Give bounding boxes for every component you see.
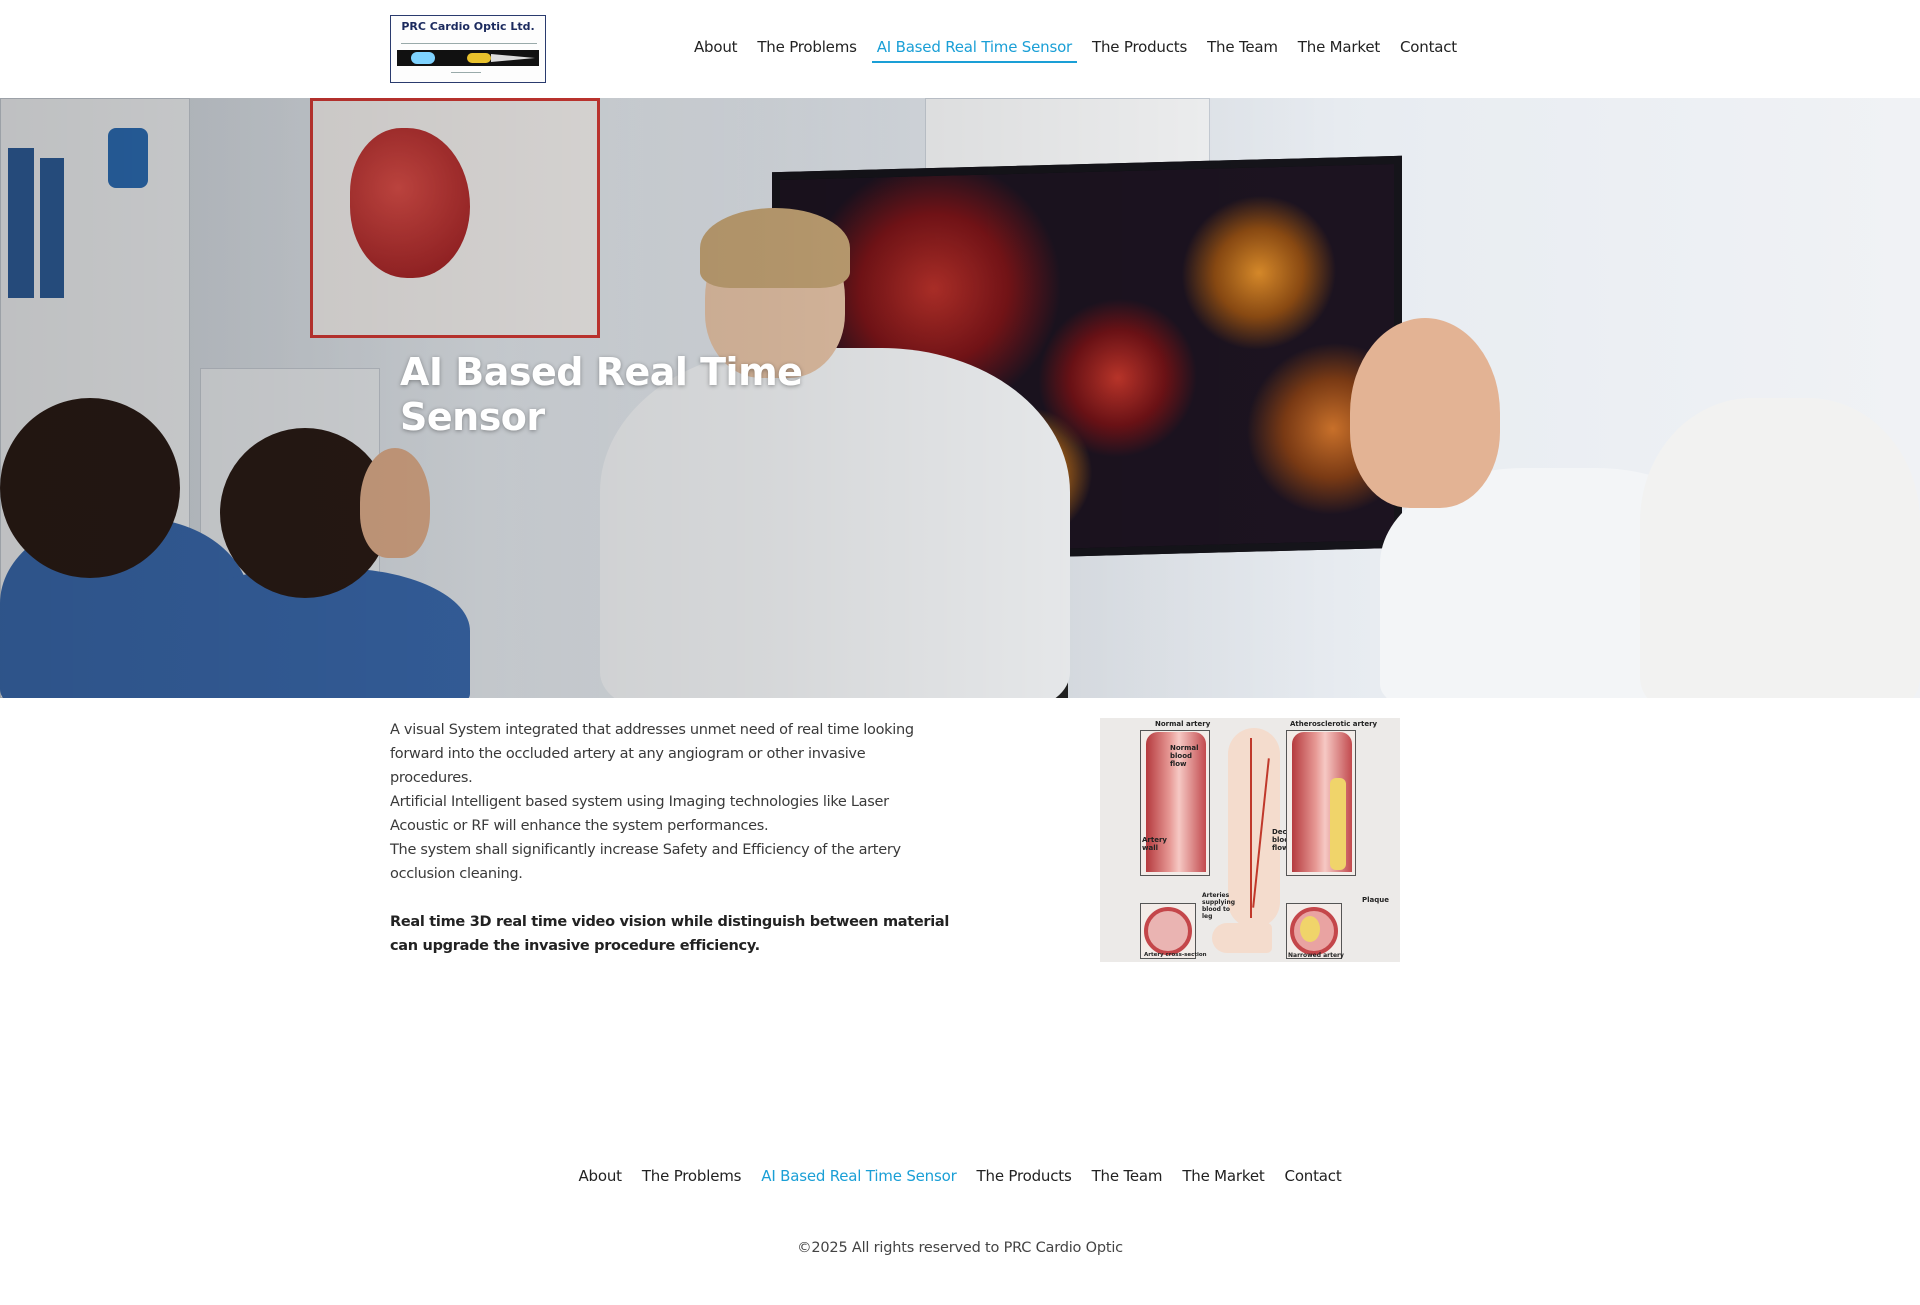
- nav-the-products[interactable]: The Products: [1087, 36, 1192, 63]
- figure-label: Narrowed artery: [1288, 952, 1344, 959]
- nav-the-problems[interactable]: The Problems: [752, 36, 861, 63]
- plaque-cross-section: [1300, 916, 1320, 942]
- footer-nav-the-products[interactable]: The Products: [977, 1167, 1072, 1185]
- figure-label: Normal artery: [1155, 720, 1211, 728]
- footer-nav-the-problems[interactable]: The Problems: [642, 1167, 742, 1185]
- site-header: PRC Cardio Optic Ltd. About The Problems…: [0, 0, 1920, 98]
- content-paragraph: The system shall significantly increase …: [390, 842, 901, 882]
- footer-nav: About The Problems AI Based Real Time Se…: [0, 1167, 1920, 1185]
- logo-guide-line: [451, 72, 481, 73]
- nav-about[interactable]: About: [689, 36, 742, 63]
- content-text: A visual System integrated that addresse…: [390, 718, 950, 958]
- nav-the-team[interactable]: The Team: [1202, 36, 1283, 63]
- figure-label: Atherosclerotic artery: [1290, 720, 1378, 728]
- figure-label: Artery cross-section: [1144, 952, 1207, 958]
- normal-cross-section: [1144, 907, 1192, 955]
- logo-title: PRC Cardio Optic Ltd.: [401, 20, 535, 33]
- copyright-text: ©2025 All rights reserved to PRC Cardio …: [797, 1240, 1123, 1256]
- hero-title: AI Based Real Time Sensor: [400, 350, 803, 439]
- logo-sensor-glow: [411, 52, 435, 64]
- figure-label: Normal blood flow: [1170, 744, 1199, 768]
- content-paragraph: Artificial Intelligent based system usin…: [390, 794, 889, 834]
- nav-ai-based-real-time-sensor[interactable]: AI Based Real Time Sensor: [871, 36, 1078, 63]
- main-nav: About The Problems AI Based Real Time Se…: [679, 36, 1462, 63]
- logo-catheter-wedge: [491, 54, 535, 62]
- logo-catheter-image: [397, 50, 539, 66]
- foot-illustration: [1212, 923, 1272, 953]
- artery-illustration: Normal artery Normal blood flow Artery w…: [1100, 718, 1400, 962]
- leg-artery: [1250, 738, 1252, 918]
- figure-label: Arteries supplying blood to leg: [1202, 892, 1236, 920]
- nav-the-market[interactable]: The Market: [1293, 36, 1385, 63]
- footer-nav-about[interactable]: About: [578, 1167, 622, 1185]
- plaque-buildup: [1330, 778, 1346, 870]
- figure-label: Artery wall: [1142, 836, 1167, 852]
- nav-contact[interactable]: Contact: [1395, 36, 1462, 63]
- footer-nav-the-market[interactable]: The Market: [1182, 1167, 1264, 1185]
- footer-nav-contact[interactable]: Contact: [1285, 1167, 1342, 1185]
- footer-nav-ai-based-real-time-sensor[interactable]: AI Based Real Time Sensor: [761, 1167, 956, 1185]
- content-paragraph: A visual System integrated that addresse…: [390, 722, 914, 786]
- hero-banner: AI Based Real Time Sensor: [0, 98, 1920, 698]
- logo-guide-line: [401, 43, 537, 44]
- content-highlight: Real time 3D real time video vision whil…: [390, 914, 950, 954]
- hero-overlay: [0, 98, 1920, 698]
- figure-label: Plaque: [1362, 896, 1389, 904]
- company-logo[interactable]: PRC Cardio Optic Ltd.: [390, 15, 546, 83]
- logo-catheter-tip: [467, 53, 491, 63]
- footer-nav-the-team[interactable]: The Team: [1092, 1167, 1163, 1185]
